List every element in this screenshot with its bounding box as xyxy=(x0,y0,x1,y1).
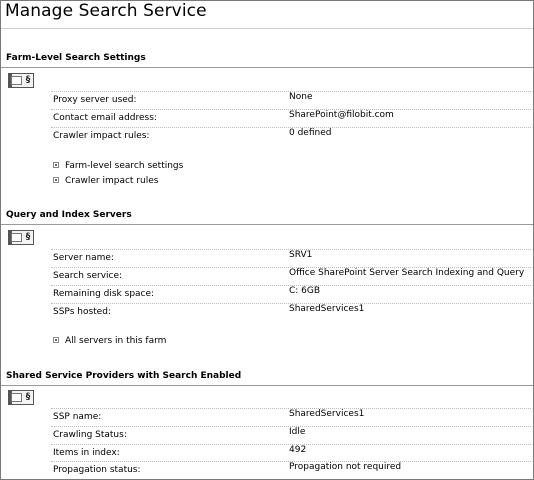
setting-label: Proxy server used: xyxy=(53,95,137,105)
setting-label: SSP name: xyxy=(53,412,102,422)
section-heading-query-index: Query and Index Servers xyxy=(6,210,132,220)
setting-label: Remaining disk space: xyxy=(53,289,155,299)
section-heading-farm-level: Farm-Level Search Settings xyxy=(6,53,146,63)
section-divider xyxy=(1,385,533,386)
setting-row-search-service: Search service: Office SharePoint Server… xyxy=(51,267,531,285)
setting-value: SharedServices1 xyxy=(289,304,365,314)
setting-label: Search service: xyxy=(53,271,123,281)
setting-value: Propagation not required xyxy=(289,462,402,472)
setting-label: SSPs hosted: xyxy=(53,307,111,317)
setting-row-crawler-impact: Crawler impact rules: 0 defined xyxy=(51,127,531,145)
setting-label: Crawler impact rules: xyxy=(53,131,150,141)
link-farm-level-search-settings[interactable]: Farm-level search settings xyxy=(53,161,183,171)
setting-row-disk-space: Remaining disk space: C: 6GB xyxy=(51,285,531,303)
link-label: All servers in this farm xyxy=(65,336,167,346)
setting-row-propagation-status: Propagation status: Propagation not requ… xyxy=(51,461,531,479)
section-heading-ssp-search: Shared Service Providers with Search Ena… xyxy=(6,371,242,381)
expand-icon xyxy=(53,162,59,168)
setting-label: Propagation status: xyxy=(53,465,141,475)
section-divider xyxy=(1,67,533,68)
setting-value: None xyxy=(289,92,313,102)
setting-value: Office SharePoint Server Search Indexing… xyxy=(289,268,525,278)
expand-icon xyxy=(53,177,59,183)
link-crawler-impact-rules[interactable]: Crawler impact rules xyxy=(53,176,158,186)
section-settings-icon: § xyxy=(8,73,34,88)
manage-search-service-page: Manage Search Service Farm-Level Search … xyxy=(0,0,534,480)
setting-row-ssps-hosted: SSPs hosted: SharedServices1 xyxy=(51,303,531,321)
setting-value: 0 defined xyxy=(289,128,332,138)
setting-label: Contact email address: xyxy=(53,113,157,123)
expand-icon xyxy=(53,337,59,343)
setting-label: Server name: xyxy=(53,253,114,263)
section-divider xyxy=(1,224,533,225)
setting-row-crawling-status: Crawling Status: Idle xyxy=(51,426,531,444)
setting-row-contact-email: Contact email address: SharePoint@filobi… xyxy=(51,109,531,127)
title-divider xyxy=(1,28,533,29)
link-all-servers-in-farm[interactable]: All servers in this farm xyxy=(53,336,166,346)
setting-row-server-name: Server name: SRV1 xyxy=(51,249,531,267)
setting-value: SharedServices1 xyxy=(289,409,365,419)
link-label: Crawler impact rules xyxy=(65,176,159,186)
setting-row-items-in-index: Items in index: 492 xyxy=(51,444,531,462)
setting-label: Crawling Status: xyxy=(53,430,127,440)
setting-row-proxy: Proxy server used: None xyxy=(51,91,531,109)
link-label: Farm-level search settings xyxy=(65,161,184,171)
section-settings-icon: § xyxy=(8,230,34,245)
section-settings-icon: § xyxy=(8,390,34,405)
page-title: Manage Search Service xyxy=(5,1,207,21)
setting-value: Idle xyxy=(289,427,306,437)
setting-value: SharePoint@filobit.com xyxy=(289,110,394,120)
setting-value: SRV1 xyxy=(289,250,313,260)
setting-value: C: 6GB xyxy=(289,286,321,296)
setting-label: Items in index: xyxy=(53,448,120,458)
setting-row-ssp-name: SSP name: SharedServices1 xyxy=(51,408,531,426)
setting-value: 492 xyxy=(289,445,307,455)
